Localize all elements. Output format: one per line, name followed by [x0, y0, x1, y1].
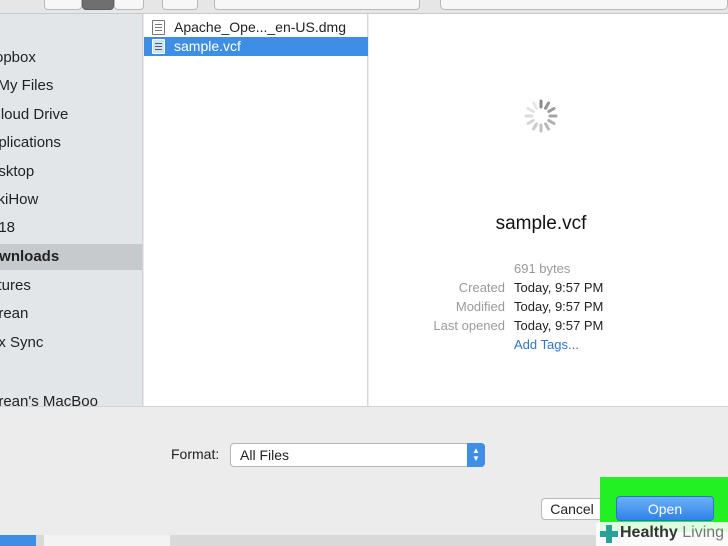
- format-select[interactable]: All Files ▲ ▼: [230, 443, 485, 467]
- sidebar-item-macbook[interactable]: orean's MacBoo: [0, 389, 142, 406]
- created-value: Today, 9:57 PM: [514, 280, 604, 295]
- loading-spinner-icon: [524, 99, 558, 133]
- sidebar: s ropbox l My Files Cloud Drive pplicati…: [0, 14, 143, 406]
- list-item[interactable]: Apache_Ope..._en-US.dmg: [144, 18, 368, 37]
- created-label: Created: [458, 280, 505, 295]
- cancel-button[interactable]: Cancel: [541, 498, 603, 520]
- modified-label: Modified: [455, 299, 505, 314]
- plus-cross-icon: [600, 525, 618, 543]
- open-file-dialog: s ropbox l My Files Cloud Drive pplicati…: [0, 0, 728, 535]
- path-popup[interactable]: [214, 0, 420, 10]
- view-toggle-button[interactable]: [114, 0, 144, 10]
- list-item[interactable]: sample.vcf: [144, 37, 368, 56]
- search-input[interactable]: [440, 0, 728, 10]
- sidebar-item-2018[interactable]: 018: [0, 215, 142, 241]
- contact-card-icon: [152, 39, 165, 54]
- open-button[interactable]: Open: [616, 496, 714, 521]
- last-opened-value: Today, 9:57 PM: [514, 318, 604, 333]
- dock-item[interactable]: [0, 535, 36, 546]
- watermark-text: Healthy Living: [620, 524, 725, 541]
- sidebar-item-wikihow[interactable]: /ikiHow: [0, 187, 142, 213]
- back-button[interactable]: [44, 0, 82, 10]
- format-label: Format:: [171, 446, 220, 462]
- sidebar-item-icloud-drive[interactable]: Cloud Drive: [0, 102, 142, 128]
- file-size: 691 bytes: [514, 261, 571, 276]
- chevron-updown-icon: ▲ ▼: [467, 443, 485, 467]
- sidebar-item-applications[interactable]: pplications: [0, 130, 142, 156]
- file-list: Apache_Ope..._en-US.dmg sample.vcf: [144, 14, 368, 406]
- sidebar-item-korean[interactable]: orean: [0, 301, 142, 327]
- sidebar-item-box-sync[interactable]: ox Sync: [0, 330, 142, 356]
- add-tags-link[interactable]: Add Tags...: [514, 337, 579, 352]
- dock-item[interactable]: [44, 535, 170, 546]
- toolbar: [0, 0, 728, 14]
- format-select-value: All Files: [240, 447, 290, 463]
- sidebar-item-downloads[interactable]: ownloads: [0, 244, 142, 270]
- view-toggle-button[interactable]: [82, 0, 114, 10]
- sidebar-item-desktop[interactable]: esktop: [0, 159, 142, 185]
- sidebar-item-pictures[interactable]: ctures: [0, 273, 142, 299]
- preview-filename: sample.vcf: [495, 213, 587, 234]
- sidebar-section-header: s: [0, 19, 142, 45]
- action-button[interactable]: [162, 0, 198, 10]
- modified-value: Today, 9:57 PM: [514, 299, 604, 314]
- sidebar-item-all-my-files[interactable]: l My Files: [0, 73, 142, 99]
- sidebar-item-dropbox[interactable]: ropbox: [0, 45, 142, 71]
- document-icon: [152, 20, 165, 35]
- last-opened-label: Last opened: [433, 318, 505, 333]
